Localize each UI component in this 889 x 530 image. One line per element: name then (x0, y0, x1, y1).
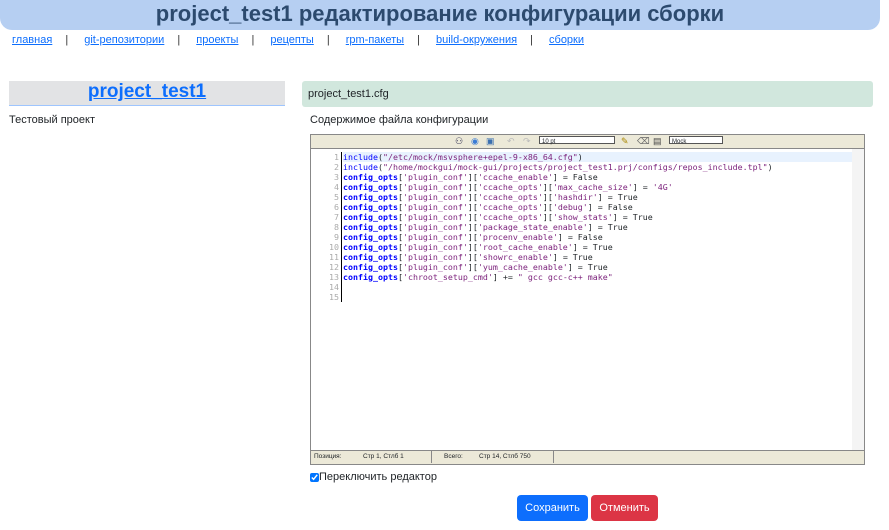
line-number: 5 (334, 192, 339, 202)
fullscreen-icon[interactable]: ▣ (486, 136, 495, 146)
code-editor[interactable]: ⚇ ◉ ▣ ↶ ↷ 10 pt ✎ ⌫ ▤ Mock 1 2 3 4 5 6 7 8 9 10 11… (310, 134, 865, 465)
nav-separator: | (326, 34, 330, 46)
toggle-editor-checkbox[interactable] (310, 472, 319, 482)
editor-toolbar: ⚇ ◉ ▣ ↶ ↷ 10 pt ✎ ⌫ ▤ Mock (311, 135, 864, 149)
nav-recipes[interactable]: рецепты (270, 34, 313, 46)
page-title: project_test1 редактирование конфигураци… (0, 0, 880, 30)
syntax-select[interactable]: Mock (669, 136, 723, 145)
nav-build-envs[interactable]: build-окружения (436, 34, 517, 46)
highlight-icon[interactable]: ✎ (621, 136, 629, 146)
line-number: 12 (329, 262, 339, 272)
line-number: 9 (334, 232, 339, 242)
line-number: 3 (334, 172, 339, 182)
line-number: 4 (334, 182, 339, 192)
line-number: 8 (334, 222, 339, 232)
reset-icon[interactable]: ⌫ (637, 136, 650, 146)
line-number: 7 (334, 212, 339, 222)
vertical-scrollbar[interactable] (852, 149, 864, 451)
nav-git-repos[interactable]: git-репозитории (84, 34, 164, 46)
nav-rpm-packages[interactable]: rpm-пакеты (346, 34, 404, 46)
line-number: 1 (334, 152, 339, 162)
position-value: Стр 1, Стлб 1 (363, 453, 404, 460)
main-nav: главная | git-репозитории | проекты | рецеп… (12, 34, 584, 46)
total-label: Всего: (431, 451, 463, 463)
project-link[interactable]: project_test1 (88, 81, 206, 102)
total-value: Стр 14, Стлб 750 (479, 453, 531, 460)
content-label: Содержимое файла конфигурации (310, 114, 489, 126)
undo-icon[interactable]: ↶ (507, 136, 515, 146)
line-numbers: 1 2 3 4 5 6 7 8 9 10 11 12 13 14 15 (311, 152, 339, 302)
line-number: 2 (334, 162, 339, 172)
help-icon[interactable]: ▤ (653, 136, 662, 146)
position-label: Позиция: (314, 453, 342, 460)
search-icon[interactable]: ⚇ (455, 136, 463, 146)
cancel-button[interactable]: Отменить (591, 495, 658, 521)
nav-projects[interactable]: проекты (196, 34, 238, 46)
file-name: project_test1.cfg (302, 81, 873, 107)
nav-separator: | (65, 34, 69, 46)
project-card: project_test1 (9, 81, 285, 106)
editor-status-bar: Позиция: Стр 1, Стлб 1 Всего: Стр 14, Ст… (311, 450, 864, 464)
save-button[interactable]: Сохранить (517, 495, 588, 521)
nav-separator: | (251, 34, 255, 46)
line-number: 6 (334, 202, 339, 212)
code-area[interactable]: 1 2 3 4 5 6 7 8 9 10 11 12 13 14 15 include("/etc/mock… (311, 149, 852, 451)
nav-home[interactable]: главная (12, 34, 52, 46)
toggle-editor-label: Переключить редактор (319, 471, 437, 483)
font-size-select[interactable]: 10 pt (539, 136, 615, 145)
line-number: 11 (329, 252, 339, 262)
line-number: 13 (329, 272, 339, 282)
goto-icon[interactable]: ◉ (471, 136, 479, 146)
nav-separator: | (530, 34, 533, 46)
redo-icon[interactable]: ↷ (523, 136, 531, 146)
nav-separator: | (417, 34, 420, 46)
line-number: 14 (329, 282, 339, 292)
nav-separator: | (177, 34, 181, 46)
toggle-editor[interactable]: Переключить редактор (310, 471, 437, 483)
code-lines[interactable]: include("/etc/mock/msvsphere+epel-9-x86_… (341, 152, 852, 302)
nav-builds[interactable]: сборки (549, 34, 584, 46)
line-number: 15 (329, 292, 339, 302)
project-description: Тестовый проект (9, 114, 95, 126)
line-number: 10 (329, 242, 339, 252)
